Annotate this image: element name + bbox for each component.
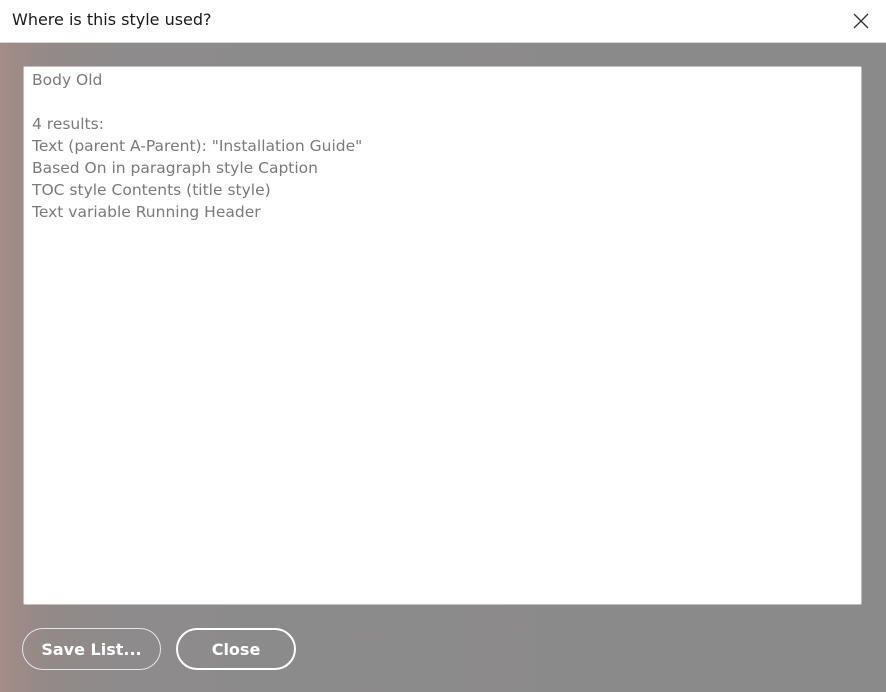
style-name-line: Body Old bbox=[32, 71, 103, 89]
save-list-button[interactable]: Save List... bbox=[22, 628, 161, 670]
result-item: TOC style Contents (title style) bbox=[32, 181, 271, 199]
close-icon[interactable] bbox=[846, 6, 876, 36]
results-text-area[interactable]: Body Old 4 results: Text (parent A-Paren… bbox=[23, 66, 862, 605]
result-item: Text (parent A-Parent): "Installation Gu… bbox=[32, 137, 363, 155]
results-count-line: 4 results: bbox=[32, 115, 104, 133]
dialog-title: Where is this style used? bbox=[12, 10, 212, 29]
result-item: Text variable Running Header bbox=[32, 203, 261, 221]
where-used-dialog: Where is this style used? Body Old 4 res… bbox=[0, 0, 886, 692]
dialog-titlebar: Where is this style used? bbox=[0, 0, 886, 43]
result-item: Based On in paragraph style Caption bbox=[32, 159, 318, 177]
close-button[interactable]: Close bbox=[176, 628, 296, 670]
